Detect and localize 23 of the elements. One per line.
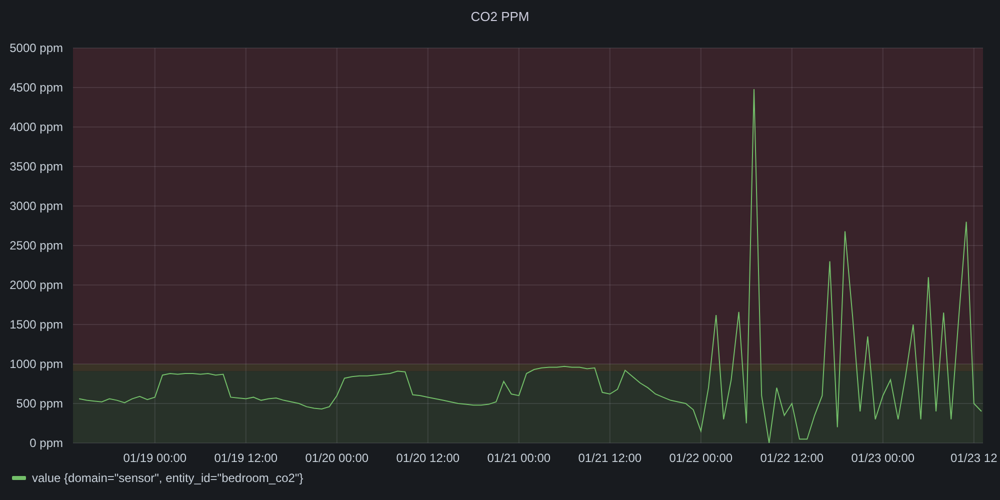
- y-tick-label: 3000 ppm: [10, 199, 63, 213]
- y-tick-label: 4500 ppm: [10, 80, 63, 94]
- x-tick-label: 01/23 00:00: [851, 451, 915, 465]
- x-tick-label: 01/22 12:00: [760, 451, 824, 465]
- x-tick-label: 01/23 12: [950, 451, 998, 465]
- y-tick-label: 4000 ppm: [10, 120, 63, 134]
- y-tick-label: 3500 ppm: [10, 160, 63, 174]
- x-tick-label: 01/19 12:00: [214, 451, 278, 465]
- legend-label[interactable]: value {domain="sensor", entity_id="bedroom_co2"}: [32, 471, 304, 485]
- y-tick-label: 2000 ppm: [10, 278, 63, 292]
- y-tick-label: 1000 ppm: [10, 357, 63, 371]
- x-tick-label: 01/22 00:00: [669, 451, 733, 465]
- y-tick-label: 2500 ppm: [10, 238, 63, 252]
- x-tick-label: 01/21 00:00: [487, 451, 551, 465]
- x-tick-label: 01/21 12:00: [578, 451, 642, 465]
- x-tick-label: 01/20 00:00: [305, 451, 369, 465]
- x-tick-label: 01/19 00:00: [123, 451, 187, 465]
- chart-title: CO2 PPM: [470, 8, 530, 24]
- y-tick-label: 0 ppm: [30, 436, 63, 450]
- y-tick-label: 5000 ppm: [10, 41, 63, 55]
- y-tick-label: 500 ppm: [16, 396, 63, 410]
- y-tick-label: 1500 ppm: [10, 318, 63, 332]
- x-tick-label: 01/20 12:00: [396, 451, 460, 465]
